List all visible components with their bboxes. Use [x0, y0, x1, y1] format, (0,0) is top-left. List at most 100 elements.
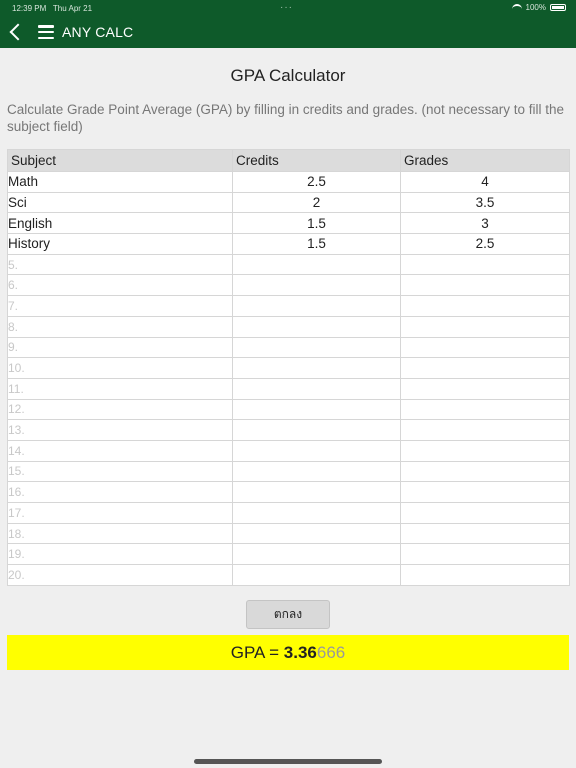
subject-field-placeholder[interactable]: 19.: [7, 543, 233, 566]
table-row: 15.: [7, 460, 570, 483]
battery-icon: [550, 4, 566, 11]
credits-field[interactable]: [232, 357, 401, 379]
page-title: GPA Calculator: [230, 66, 346, 85]
subject-field-placeholder[interactable]: 12.: [7, 398, 233, 421]
subject-field-placeholder[interactable]: 6.: [7, 274, 233, 297]
nav-title: ANY CALC: [62, 24, 134, 40]
grade-field[interactable]: [400, 253, 570, 276]
status-indicators: 100%: [511, 3, 566, 12]
grade-field[interactable]: [400, 398, 570, 421]
table-row: History 1.5 2.5: [7, 233, 570, 255]
table-row: 9.: [7, 336, 570, 359]
table-row: English 1.5 3: [7, 212, 570, 235]
gpa-result: GPA = 3.36 666: [7, 635, 569, 670]
credits-field[interactable]: [232, 274, 401, 297]
table-row: 20.: [7, 564, 570, 586]
table-row: Math 2.5 4: [7, 171, 570, 193]
grade-field[interactable]: [400, 522, 570, 545]
credits-field[interactable]: 2.5: [232, 171, 401, 193]
table-row: 17.: [7, 502, 570, 524]
grade-field[interactable]: [400, 377, 570, 400]
subject-field[interactable]: Sci: [7, 191, 233, 214]
status-clock: 12:39 PM: [12, 4, 47, 13]
credits-field[interactable]: [232, 398, 401, 421]
nav-row: ANY CALC: [0, 18, 576, 46]
table-header-row: Subject Credits Grades: [7, 149, 570, 172]
credits-field[interactable]: [232, 253, 401, 276]
subject-field-placeholder[interactable]: 7.: [7, 295, 233, 317]
table-row: 8.: [7, 315, 570, 338]
subject-field[interactable]: History: [7, 233, 233, 255]
header-credits: Credits: [232, 149, 401, 172]
table-row: 16.: [7, 481, 570, 503]
subject-field-placeholder[interactable]: 10.: [7, 357, 233, 379]
battery-percent: 100%: [525, 3, 546, 12]
grade-field[interactable]: 4: [400, 171, 570, 193]
subject-field-placeholder[interactable]: 18.: [7, 522, 233, 545]
table-row: 14.: [7, 439, 570, 462]
table-row: 11.: [7, 377, 570, 400]
credits-field[interactable]: [232, 564, 401, 586]
credits-field[interactable]: [232, 460, 401, 483]
subject-field-placeholder[interactable]: 9.: [7, 336, 233, 359]
subject-field-placeholder[interactable]: 16.: [7, 481, 233, 503]
subject-field-placeholder[interactable]: 8.: [7, 315, 233, 338]
subject-field[interactable]: English: [7, 212, 233, 235]
grade-field[interactable]: [400, 481, 570, 503]
table-row: 18.: [7, 522, 570, 545]
grade-field[interactable]: [400, 315, 570, 338]
credits-field[interactable]: [232, 439, 401, 462]
credits-field[interactable]: [232, 522, 401, 545]
status-time: 12:39 PM Thu Apr 21: [12, 4, 92, 13]
subject-field-placeholder[interactable]: 5.: [7, 253, 233, 276]
subject-field[interactable]: Math: [7, 171, 233, 193]
grade-field[interactable]: [400, 336, 570, 359]
status-bar: 12:39 PM Thu Apr 21 ··· 100%: [0, 0, 576, 16]
ok-button[interactable]: ตกลง: [246, 600, 330, 629]
table-row: 6.: [7, 274, 570, 297]
back-icon[interactable]: [9, 23, 27, 41]
subject-field-placeholder[interactable]: 13.: [7, 419, 233, 441]
table-row: 5.: [7, 253, 570, 276]
subject-field-placeholder[interactable]: 15.: [7, 460, 233, 483]
grade-field[interactable]: [400, 439, 570, 462]
gpa-table: Subject Credits Grades Math 2.5 4 Sci 2 3.5 En…: [7, 149, 570, 586]
credits-field[interactable]: [232, 502, 401, 524]
grade-field[interactable]: [400, 543, 570, 566]
credits-field[interactable]: [232, 315, 401, 338]
credits-field[interactable]: [232, 481, 401, 503]
grade-field[interactable]: [400, 460, 570, 483]
credits-field[interactable]: [232, 377, 401, 400]
app-bar: 12:39 PM Thu Apr 21 ··· 100% ANY CALC: [0, 0, 576, 48]
header-grades: Grades: [400, 149, 570, 172]
grade-field[interactable]: [400, 564, 570, 586]
table-row: Sci 2 3.5: [7, 191, 570, 214]
credits-field[interactable]: [232, 295, 401, 317]
grade-field[interactable]: 3: [400, 212, 570, 235]
grade-field[interactable]: [400, 274, 570, 297]
grade-field[interactable]: [400, 419, 570, 441]
home-indicator: [194, 759, 382, 764]
grade-field[interactable]: 2.5: [400, 233, 570, 255]
menu-icon[interactable]: [38, 25, 54, 39]
credits-field[interactable]: [232, 419, 401, 441]
page-description: Calculate Grade Point Average (GPA) by f…: [7, 102, 565, 134]
subject-field-placeholder[interactable]: 11.: [7, 377, 233, 400]
grade-field[interactable]: 3.5: [400, 191, 570, 214]
credits-field[interactable]: [232, 543, 401, 566]
subject-field-placeholder[interactable]: 14.: [7, 439, 233, 462]
table-row: 13.: [7, 419, 570, 441]
subject-field-placeholder[interactable]: 17.: [7, 502, 233, 524]
gpa-result-prefix: GPA =: [230, 642, 284, 662]
credits-field[interactable]: 2: [232, 191, 401, 214]
multitask-dots: ···: [280, 2, 293, 13]
grade-field[interactable]: [400, 357, 570, 379]
grade-field[interactable]: [400, 502, 570, 524]
grade-field[interactable]: [400, 295, 570, 317]
credits-field[interactable]: 1.5: [232, 212, 401, 235]
credits-field[interactable]: 1.5: [232, 233, 401, 255]
subject-field-placeholder[interactable]: 20.: [7, 564, 233, 586]
credits-field[interactable]: [232, 336, 401, 359]
table-row: 12.: [7, 398, 570, 421]
status-date: Thu Apr 21: [52, 4, 93, 13]
